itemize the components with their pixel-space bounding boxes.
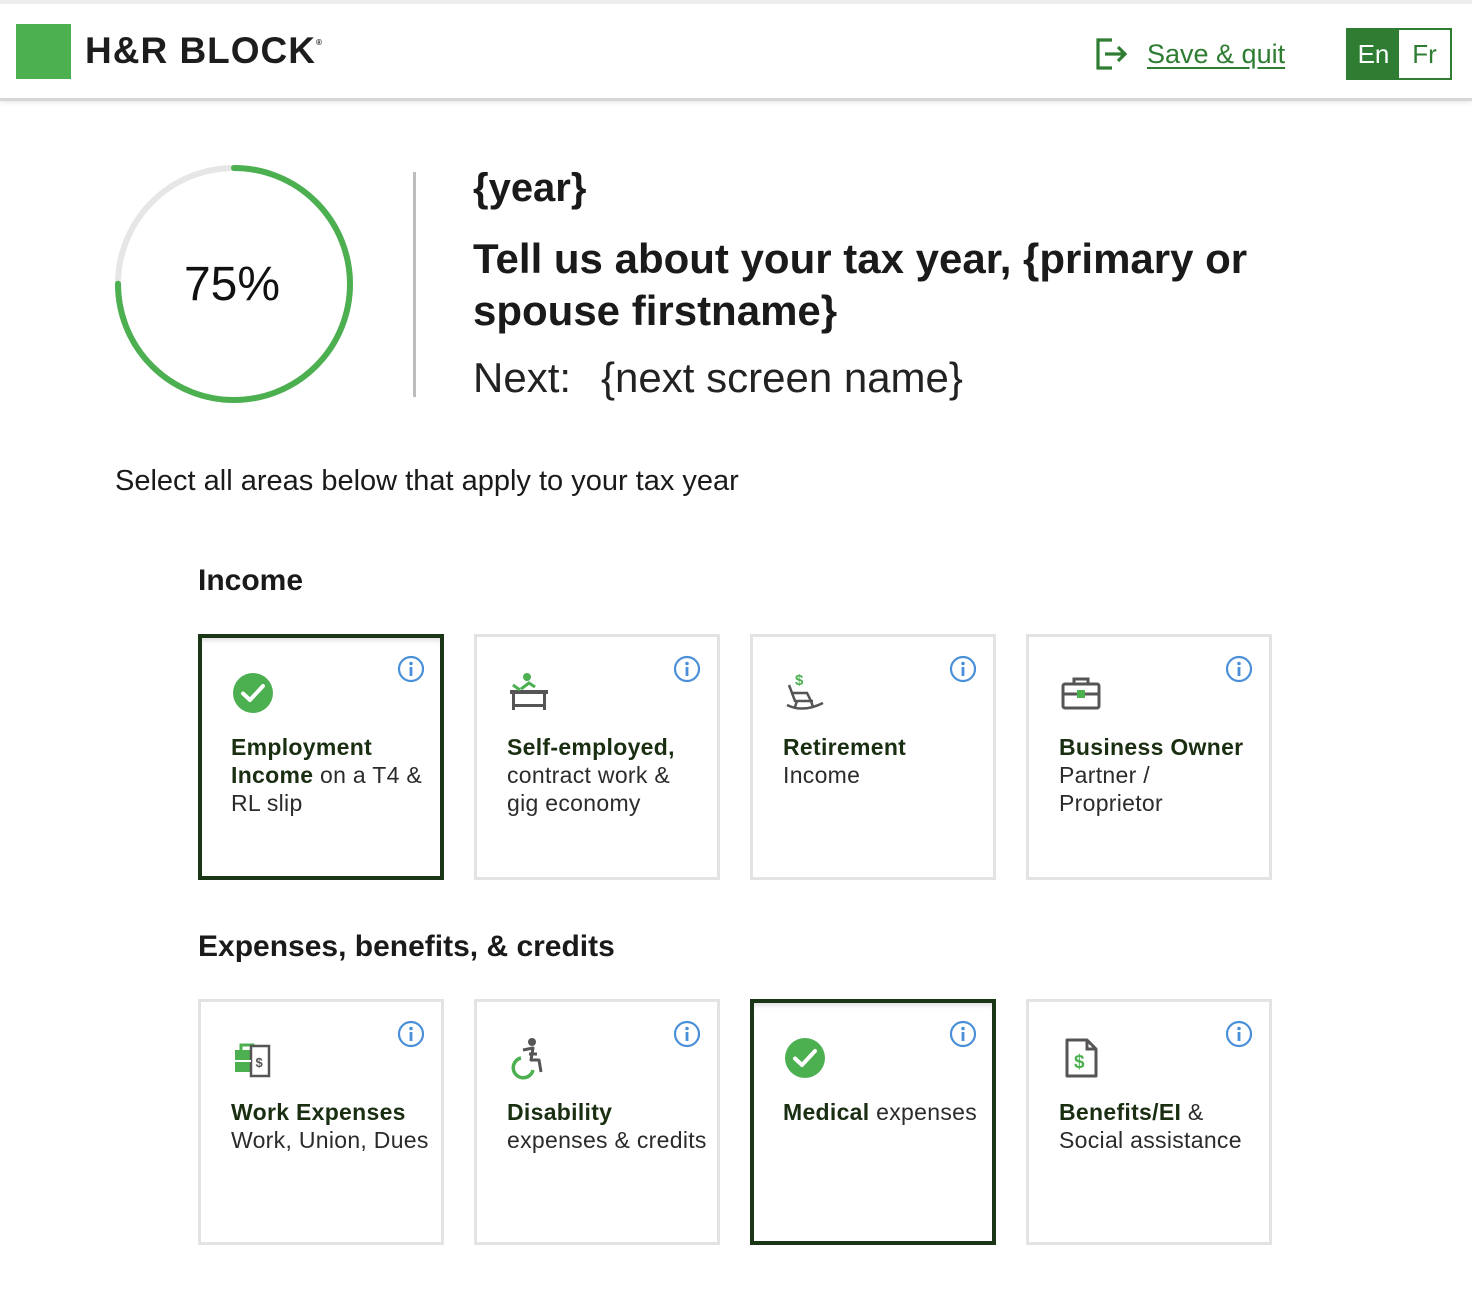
option-card-text: Self-employed, contract work & gig econo… xyxy=(507,733,707,817)
option-card-text: Benefits/EI & Social assistance xyxy=(1059,1098,1259,1154)
option-card-title: Benefits/EI xyxy=(1059,1099,1182,1125)
info-icon[interactable] xyxy=(949,655,977,683)
exit-icon xyxy=(1096,38,1128,70)
brand-logo: H&R BLOCK® xyxy=(85,30,323,71)
info-icon[interactable] xyxy=(949,1020,977,1048)
next-screen-name: {next screen name} xyxy=(601,354,963,401)
work-expenses-icon: $ xyxy=(231,1036,275,1080)
option-card-employment-income[interactable]: Employment Income on a T4 & RL slip xyxy=(198,634,444,880)
brand-name: H&R BLOCK xyxy=(85,30,316,71)
option-card-description: contract work & gig economy xyxy=(507,762,670,816)
option-card-text: Disability expenses & credits xyxy=(507,1098,707,1154)
info-icon[interactable] xyxy=(397,1020,425,1048)
option-card-title: Medical xyxy=(783,1099,870,1125)
option-card-text: Work Expenses Work, Union, Dues xyxy=(231,1098,431,1154)
progress-ring: 75% xyxy=(112,162,356,406)
option-card-medical[interactable]: Medical expenses xyxy=(750,999,996,1245)
info-icon[interactable] xyxy=(1225,655,1253,683)
option-card-disability[interactable]: Disability expenses & credits xyxy=(474,999,720,1245)
option-card-description: Partner / Proprietor xyxy=(1059,762,1163,816)
page-title: Tell us about your tax year, {primary or… xyxy=(473,235,1248,334)
option-card-retirement[interactable]: $ Retirement Income xyxy=(750,634,996,880)
brand-logo-mark xyxy=(16,24,71,79)
check-circle-icon xyxy=(783,1036,827,1080)
svg-text:$: $ xyxy=(1074,1052,1085,1073)
option-card-title: Work Expenses xyxy=(231,1099,406,1125)
app-header: H&R BLOCK® Save & quit En Fr xyxy=(0,4,1472,101)
option-card-business-owner[interactable]: Business Owner Partner / Proprietor xyxy=(1026,634,1272,880)
next-screen: Next: {next screen name} xyxy=(473,354,963,402)
info-icon[interactable] xyxy=(397,655,425,683)
lang-en-button[interactable]: En xyxy=(1348,30,1399,78)
rocking-chair-icon: $ xyxy=(783,671,827,715)
svg-text:$: $ xyxy=(256,1055,264,1070)
option-card-title: Disability xyxy=(507,1099,613,1125)
progress-percent: 75% xyxy=(183,257,281,311)
option-card-title: Business Owner xyxy=(1059,734,1244,760)
info-icon[interactable] xyxy=(1225,1020,1253,1048)
option-card-text: Medical expenses xyxy=(783,1098,983,1126)
save-quit-label[interactable]: Save & quit xyxy=(1147,39,1285,70)
accessibility-icon xyxy=(507,1036,551,1080)
section-title-expenses: Expenses, benefits, & credits xyxy=(198,930,615,963)
option-card-benefits-ei[interactable]: $ Benefits/EI & Social assistance xyxy=(1026,999,1272,1245)
option-card-description: expenses & credits xyxy=(507,1127,707,1153)
save-quit-link[interactable]: Save & quit xyxy=(1094,34,1285,74)
option-card-title: Retirement xyxy=(783,734,907,760)
briefcase-icon xyxy=(1059,671,1103,715)
lang-fr-button[interactable]: Fr xyxy=(1399,30,1450,78)
option-card-work-expenses[interactable]: $ Work Expenses Work, Union, Dues xyxy=(198,999,444,1245)
language-toggle: En Fr xyxy=(1346,28,1452,80)
check-circle-icon xyxy=(231,671,275,715)
tax-year: {year} xyxy=(473,166,587,210)
desk-worker-icon xyxy=(507,671,551,715)
option-card-title: Self-employed, xyxy=(507,734,675,760)
benefits-document-icon: $ xyxy=(1059,1036,1103,1080)
option-card-self-employed[interactable]: Self-employed, contract work & gig econo… xyxy=(474,634,720,880)
next-label: Next: xyxy=(473,354,572,401)
option-card-text: Retirement Income xyxy=(783,733,983,789)
option-card-text: Business Owner Partner / Proprietor xyxy=(1059,733,1259,817)
instruction-text: Select all areas below that apply to you… xyxy=(115,465,739,497)
info-icon[interactable] xyxy=(673,655,701,683)
option-card-text: Employment Income on a T4 & RL slip xyxy=(231,733,431,817)
option-card-description: Work, Union, Dues xyxy=(231,1127,429,1153)
option-card-description: expenses xyxy=(869,1099,978,1125)
vertical-divider xyxy=(413,172,416,397)
info-icon[interactable] xyxy=(673,1020,701,1048)
section-title-income: Income xyxy=(198,564,304,597)
option-card-description: Income xyxy=(783,762,861,788)
svg-text:$: $ xyxy=(795,672,804,689)
